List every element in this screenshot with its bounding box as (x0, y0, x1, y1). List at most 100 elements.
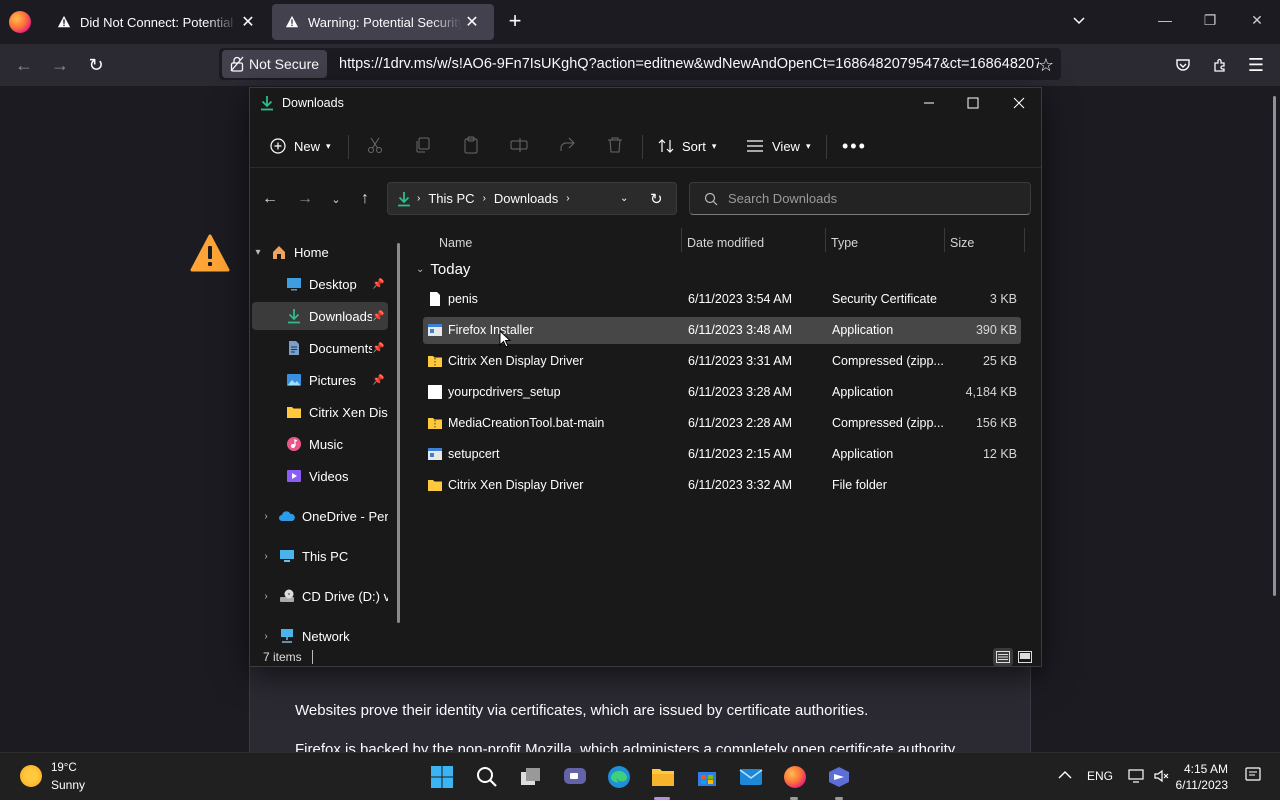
navigation-scrollbar[interactable] (397, 243, 400, 623)
collapse-chevron-icon[interactable]: ⌄ (416, 264, 424, 275)
column-divider[interactable] (681, 228, 682, 252)
new-tab-icon[interactable]: + (503, 10, 527, 34)
more-options-icon[interactable]: ••• (842, 134, 867, 158)
file-row[interactable]: penis 6/11/2023 3:54 AM Security Certifi… (423, 286, 1021, 313)
minimize-icon[interactable] (919, 93, 939, 113)
address-dropdown-icon[interactable]: ⌄ (620, 193, 628, 204)
file-row[interactable]: setupcert 6/11/2023 2:15 AM Application … (423, 441, 1021, 468)
firefox-icon[interactable] (782, 764, 808, 790)
column-header-type[interactable]: Type (831, 232, 858, 254)
close-window-icon[interactable]: ✕ (1247, 12, 1267, 32)
paste-icon[interactable] (462, 136, 482, 156)
menu-icon[interactable]: ☰ (1244, 53, 1268, 77)
column-divider[interactable] (825, 228, 826, 252)
breadcrumb-downloads[interactable]: Downloads (494, 191, 558, 206)
url-bar[interactable]: Not Secure https://1drv.ms/w/s!AO6-9Fn7I… (219, 48, 1061, 80)
recent-locations-icon[interactable]: ⌄ (325, 188, 347, 210)
file-row[interactable]: MediaCreationTool.bat-main 6/11/2023 2:2… (423, 410, 1021, 437)
share-icon[interactable] (558, 136, 578, 156)
column-header-size[interactable]: Size (950, 232, 974, 254)
expand-chevron-icon[interactable]: › (260, 551, 272, 562)
file-explorer-icon[interactable] (650, 764, 676, 790)
file-row[interactable]: Citrix Xen Display Driver 6/11/2023 3:32… (423, 472, 1021, 499)
expand-chevron-icon[interactable]: › (260, 511, 272, 522)
sort-button[interactable]: Sort ▾ (658, 134, 716, 158)
weather-temperature[interactable]: 19°C (51, 762, 77, 774)
minimize-icon[interactable]: — (1155, 12, 1175, 32)
bookmark-star-icon[interactable]: ☆ (1034, 53, 1058, 77)
column-divider[interactable] (1024, 228, 1025, 252)
show-hidden-icons-icon[interactable] (1058, 769, 1072, 783)
breadcrumb-this-pc[interactable]: This PC (428, 191, 474, 206)
sidebar-item-network[interactable]: › Network (252, 622, 388, 650)
sidebar-item-desktop[interactable]: Desktop 📌 (252, 270, 388, 298)
mail-icon[interactable] (738, 764, 764, 790)
column-divider[interactable] (944, 228, 945, 252)
cut-icon[interactable] (366, 136, 386, 156)
edge-icon[interactable] (606, 764, 632, 790)
address-bar[interactable]: › This PC › Downloads › ⌄ ↻ (387, 182, 677, 215)
expand-chevron-icon[interactable]: › (260, 591, 272, 602)
file-row[interactable]: Firefox Installer 6/11/2023 3:48 AM Appl… (423, 317, 1021, 344)
url-text[interactable]: https://1drv.ms/w/s!AO6-9Fn7IsUKghQ?acti… (339, 56, 1039, 72)
sidebar-item-documents[interactable]: Documents 📌 (252, 334, 388, 362)
sidebar-item-this-pc[interactable]: › This PC (252, 542, 388, 570)
close-tab-icon[interactable]: ✕ (238, 12, 258, 32)
column-header-date[interactable]: Date modified (687, 232, 764, 254)
back-icon[interactable]: ← (259, 188, 281, 210)
search-box[interactable]: Search Downloads (689, 182, 1031, 215)
network-status-icon[interactable] (1128, 769, 1144, 786)
app-icon[interactable] (826, 764, 852, 790)
file-row[interactable]: Citrix Xen Display Driver 6/11/2023 3:31… (423, 348, 1021, 375)
refresh-icon[interactable]: ↻ (650, 190, 663, 208)
sun-icon[interactable] (20, 765, 42, 787)
sidebar-item-videos[interactable]: Videos (252, 462, 388, 490)
details-view-icon[interactable] (993, 648, 1013, 666)
copy-icon[interactable] (414, 136, 434, 156)
sidebar-item-pictures[interactable]: Pictures 📌 (252, 366, 388, 394)
forward-icon[interactable]: → (294, 188, 316, 210)
reload-icon[interactable]: ↻ (84, 53, 108, 77)
tiles-view-icon[interactable] (1015, 648, 1035, 666)
extensions-icon[interactable] (1208, 53, 1232, 77)
firefox-icon[interactable] (9, 11, 31, 33)
sidebar-item-music[interactable]: Music (252, 430, 388, 458)
sidebar-item-downloads[interactable]: Downloads 📌 (252, 302, 388, 330)
expand-chevron-icon[interactable]: › (260, 631, 272, 642)
clock[interactable]: 4:15 AM 6/11/2023 (1176, 761, 1229, 793)
chat-icon[interactable] (562, 764, 588, 790)
not-secure-badge[interactable]: Not Secure (222, 50, 328, 78)
close-tab-icon[interactable]: ✕ (462, 12, 482, 32)
tab-warning[interactable]: Warning: Potential Security Risk Ahead ✕ (272, 4, 494, 40)
back-icon[interactable]: ← (12, 53, 36, 77)
pocket-icon[interactable] (1171, 53, 1195, 77)
volume-muted-icon[interactable] (1154, 769, 1170, 786)
sidebar-item-citrix-folder[interactable]: Citrix Xen Displ (252, 398, 388, 426)
delete-icon[interactable] (606, 136, 626, 156)
expand-chevron-icon[interactable]: ▾ (252, 247, 264, 258)
column-header-name[interactable]: Name (439, 232, 472, 254)
search-icon[interactable] (474, 764, 500, 790)
explorer-titlebar[interactable]: Downloads (250, 88, 1041, 118)
view-button[interactable]: View ▾ (746, 134, 810, 158)
forward-icon[interactable]: → (48, 53, 72, 77)
store-icon[interactable] (694, 764, 720, 790)
weather-description[interactable]: Sunny (51, 778, 85, 792)
new-button[interactable]: New ▾ (270, 134, 331, 158)
group-header-today[interactable]: ⌄ Today (416, 261, 470, 278)
tab-did-not-connect[interactable]: Did Not Connect: Potential Security Issu… (44, 0, 270, 44)
task-view-icon[interactable] (518, 764, 544, 790)
language-indicator[interactable]: ENG (1087, 769, 1113, 783)
rename-icon[interactable] (510, 136, 530, 156)
up-icon[interactable]: ↑ (354, 188, 376, 210)
list-tabs-icon[interactable] (1071, 12, 1091, 32)
restore-icon[interactable]: ❐ (1200, 12, 1220, 32)
sidebar-item-home[interactable]: ▾ Home (252, 238, 388, 266)
sidebar-item-cd-drive[interactable]: › CD Drive (D:) virt (252, 582, 388, 610)
maximize-icon[interactable] (963, 93, 983, 113)
close-icon[interactable] (1009, 93, 1029, 113)
page-scrollbar[interactable] (1273, 96, 1276, 596)
start-icon[interactable] (429, 764, 455, 790)
sidebar-item-onedrive[interactable]: › OneDrive - Perso (252, 502, 388, 530)
notifications-icon[interactable] (1245, 767, 1261, 786)
